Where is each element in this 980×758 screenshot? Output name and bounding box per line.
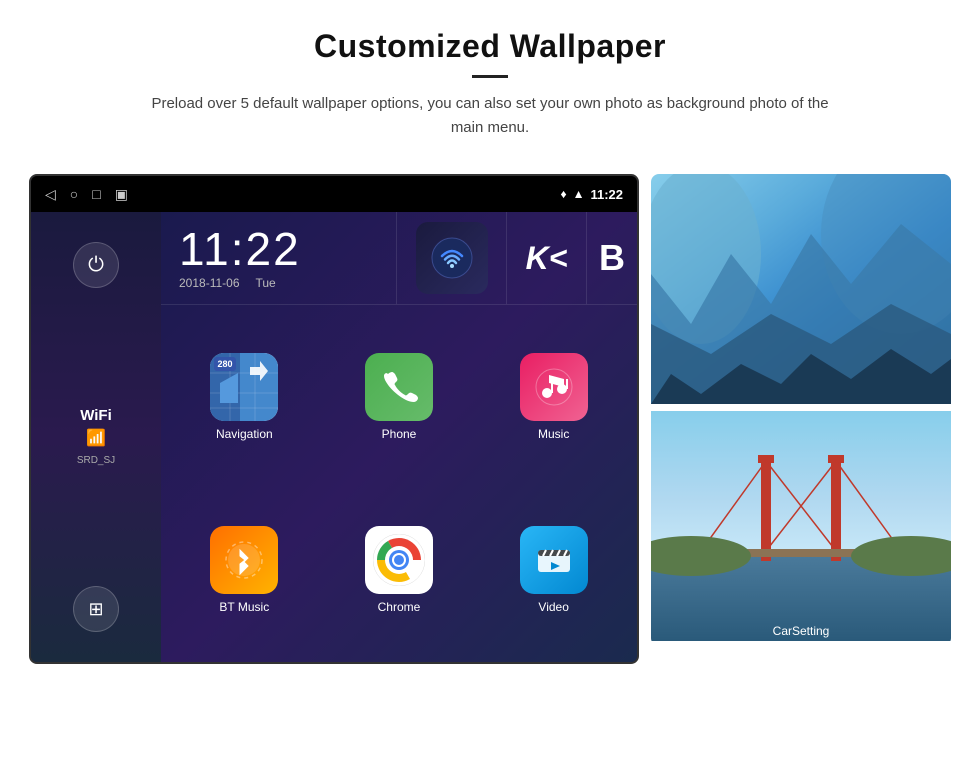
clock-time: 11:22	[179, 226, 378, 272]
power-button[interactable]: ⏻	[73, 242, 119, 288]
btmusic-svg	[224, 540, 264, 580]
clock-date-value: 2018-11-06	[179, 276, 240, 290]
center-content: 11:22 2018-11-06 Tue	[161, 212, 637, 662]
android-frame: ◁ ○ □ ▣ ♦ ▲ 11:22 ⏻ WiFi �	[29, 174, 639, 664]
video-svg	[534, 540, 574, 580]
wifi-label: WiFi	[77, 407, 115, 424]
bridge-svg	[651, 411, 951, 641]
btmusic-icon	[210, 526, 278, 594]
status-time: 11:22	[590, 187, 623, 202]
top-row: 11:22 2018-11-06 Tue	[161, 212, 637, 305]
home-icon[interactable]: ○	[70, 186, 78, 202]
page-title: Customized Wallpaper	[80, 28, 900, 65]
kl-section: K<	[507, 212, 587, 304]
page-subtitle: Preload over 5 default wallpaper options…	[140, 92, 840, 140]
widget-section	[397, 212, 507, 304]
back-icon[interactable]: ◁	[45, 186, 56, 203]
clock-section: 11:22 2018-11-06 Tue	[161, 212, 397, 304]
music-icon	[520, 353, 588, 421]
b-section: B	[587, 212, 637, 304]
chrome-svg	[373, 534, 425, 586]
phone-svg	[380, 368, 418, 406]
chrome-label: Chrome	[378, 600, 421, 614]
navigation-icon: 280	[210, 353, 278, 421]
music-label: Music	[538, 427, 569, 441]
app-chrome[interactable]: Chrome	[326, 488, 473, 653]
nav-map-svg: 280	[210, 353, 278, 421]
svg-text:280: 280	[218, 359, 233, 369]
signal-icon	[428, 234, 476, 282]
wifi-signal: 📶	[77, 428, 115, 448]
app-music[interactable]: Music	[480, 315, 627, 480]
b-text: B	[599, 237, 625, 279]
title-divider	[472, 75, 508, 78]
wifi-widget-icon[interactable]	[416, 222, 488, 294]
apps-button[interactable]: ⊞	[73, 586, 119, 632]
content-area: ◁ ○ □ ▣ ♦ ▲ 11:22 ⏻ WiFi �	[0, 158, 980, 664]
music-svg	[534, 367, 574, 407]
app-phone[interactable]: Phone	[326, 315, 473, 480]
wifi-network: SRD_SJ	[77, 455, 115, 466]
right-panel: CarSetting	[651, 174, 951, 646]
navigation-label: Navigation	[216, 427, 273, 441]
chrome-icon	[365, 526, 433, 594]
recent-icon[interactable]: □	[92, 186, 100, 202]
wifi-widget: WiFi 📶 SRD_SJ	[77, 407, 115, 468]
btmusic-label: BT Music	[219, 600, 269, 614]
wifi-status-icon: ▲	[573, 187, 585, 201]
page-header: Customized Wallpaper Preload over 5 defa…	[0, 0, 980, 158]
carsetting-label: CarSetting	[773, 624, 830, 638]
ice-cave-svg	[651, 174, 951, 404]
app-btmusic[interactable]: BT Music	[171, 488, 318, 653]
location-icon: ♦	[560, 187, 566, 201]
status-bar: ◁ ○ □ ▣ ♦ ▲ 11:22	[31, 176, 637, 212]
app-video[interactable]: Video	[480, 488, 627, 653]
left-sidebar: ⏻ WiFi 📶 SRD_SJ ⊞	[31, 212, 161, 662]
phone-label: Phone	[382, 427, 417, 441]
status-right: ♦ ▲ 11:22	[560, 187, 623, 202]
phone-icon	[365, 353, 433, 421]
main-content: ⏻ WiFi 📶 SRD_SJ ⊞ 11:22	[31, 212, 637, 662]
app-grid: 280 Navigation	[161, 305, 637, 662]
video-label: Video	[538, 600, 568, 614]
kl-text: K<	[526, 240, 568, 277]
wallpaper-ice[interactable]	[651, 174, 951, 409]
clock-day: Tue	[256, 276, 276, 290]
page-container: Customized Wallpaper Preload over 5 defa…	[0, 0, 980, 664]
clock-date: 2018-11-06 Tue	[179, 276, 378, 290]
wallpaper-bridge[interactable]: CarSetting	[651, 411, 951, 646]
screenshot-icon[interactable]: ▣	[115, 186, 128, 203]
app-navigation[interactable]: 280 Navigation	[171, 315, 318, 480]
nav-icons: ◁ ○ □ ▣	[45, 186, 128, 203]
video-icon	[520, 526, 588, 594]
